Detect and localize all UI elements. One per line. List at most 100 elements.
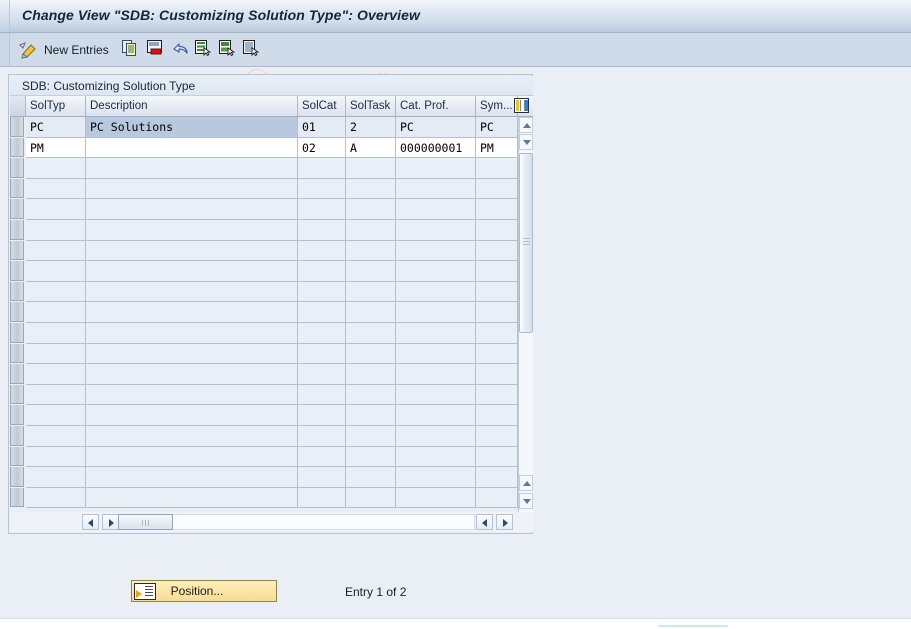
table-row[interactable] [10, 446, 533, 468]
row-selector[interactable] [10, 487, 24, 508]
cell-soltyp[interactable] [26, 261, 86, 282]
table-row[interactable] [10, 343, 533, 365]
cell-solcat[interactable] [298, 384, 346, 406]
cell-soltask[interactable] [346, 364, 396, 385]
row-selector[interactable] [10, 405, 24, 425]
cell-catprof[interactable] [396, 199, 476, 220]
cell-descr[interactable] [86, 158, 298, 179]
table-row[interactable] [10, 281, 533, 303]
grid-horizontal-scrollbar[interactable] [10, 512, 533, 532]
table-row[interactable] [10, 323, 533, 344]
cell-soltask[interactable] [346, 343, 396, 365]
cell-catprof[interactable] [396, 158, 476, 179]
cell-sym[interactable] [476, 220, 518, 241]
scroll-down-icon[interactable] [519, 134, 533, 150]
cell-catprof[interactable] [396, 261, 476, 282]
cell-catprof[interactable] [396, 487, 476, 509]
cell-descr[interactable] [86, 343, 298, 365]
cell-solcat[interactable] [298, 426, 346, 447]
vertical-scroll-thumb[interactable] [519, 153, 533, 333]
cell-soltyp[interactable] [26, 446, 86, 468]
table-row[interactable] [10, 467, 533, 488]
cell-solcat[interactable]: 02 [298, 137, 346, 159]
cell-soltyp[interactable] [26, 199, 86, 220]
cell-solcat[interactable] [298, 302, 346, 323]
table-row[interactable] [10, 302, 533, 323]
row-selector[interactable] [10, 178, 24, 199]
cell-solcat[interactable] [298, 199, 346, 220]
table-settings-icon[interactable] [514, 98, 529, 113]
cell-soltask[interactable] [346, 487, 396, 509]
cell-soltask[interactable] [346, 240, 396, 262]
cell-sym[interactable] [476, 384, 518, 406]
position-button[interactable]: Position... [131, 580, 277, 602]
row-selector[interactable] [10, 343, 24, 364]
cell-solcat[interactable] [298, 487, 346, 509]
row-selector[interactable] [10, 446, 24, 467]
row-selector[interactable] [10, 137, 24, 158]
cell-sym[interactable]: PM [476, 137, 518, 159]
cell-catprof[interactable] [396, 384, 476, 406]
cell-descr[interactable] [86, 220, 298, 241]
cell-catprof[interactable]: 000000001 [396, 137, 476, 159]
cell-catprof[interactable] [396, 467, 476, 488]
row-selector[interactable] [10, 240, 24, 261]
scroll-right-end-icon[interactable] [496, 514, 513, 530]
cell-soltyp[interactable] [26, 158, 86, 179]
undo-button[interactable] [172, 33, 189, 66]
row-selector[interactable] [10, 302, 24, 322]
cell-catprof[interactable] [396, 426, 476, 447]
cell-descr[interactable] [86, 446, 298, 468]
cell-descr[interactable] [86, 240, 298, 262]
cell-catprof[interactable] [396, 220, 476, 241]
cell-solcat[interactable] [298, 240, 346, 262]
page-up-icon[interactable] [519, 475, 533, 491]
cell-catprof[interactable] [396, 323, 476, 344]
page-down-icon[interactable] [519, 493, 533, 509]
cell-soltask[interactable]: A [346, 137, 396, 159]
cell-soltyp[interactable] [26, 178, 86, 200]
cell-soltask[interactable] [346, 467, 396, 488]
column-header-catprof[interactable]: Cat. Prof. [396, 96, 476, 116]
cell-soltyp[interactable] [26, 343, 86, 365]
cell-soltyp[interactable] [26, 467, 86, 488]
cell-catprof[interactable] [396, 343, 476, 365]
table-row[interactable] [10, 405, 533, 426]
cell-solcat[interactable] [298, 281, 346, 303]
cell-soltyp[interactable] [26, 323, 86, 344]
cell-descr[interactable] [86, 364, 298, 385]
cell-sym[interactable] [476, 364, 518, 385]
cell-soltask[interactable] [346, 178, 396, 200]
cell-solcat[interactable] [298, 364, 346, 385]
cell-catprof[interactable] [396, 364, 476, 385]
delete-button[interactable] [147, 33, 163, 66]
cell-descr[interactable] [86, 137, 298, 159]
table-row[interactable] [10, 220, 533, 241]
row-selector[interactable] [10, 261, 24, 281]
cell-solcat[interactable] [298, 467, 346, 488]
new-entries-button[interactable]: New Entries [44, 33, 109, 66]
copy-as-button[interactable] [122, 33, 138, 66]
cell-soltask[interactable] [346, 199, 396, 220]
cell-catprof[interactable] [396, 302, 476, 323]
table-row[interactable] [10, 384, 533, 406]
cell-soltask[interactable] [346, 384, 396, 406]
cell-sym[interactable] [476, 323, 518, 344]
cell-sym[interactable]: PC [476, 117, 518, 138]
cell-descr[interactable] [86, 487, 298, 509]
cell-sym[interactable] [476, 446, 518, 468]
cell-soltyp[interactable] [26, 384, 86, 406]
scroll-left-icon[interactable] [82, 514, 99, 530]
cell-descr[interactable] [86, 199, 298, 220]
cell-soltask[interactable] [346, 302, 396, 323]
cell-soltyp[interactable]: PC [26, 117, 86, 138]
cell-soltask[interactable] [346, 426, 396, 447]
cell-soltyp[interactable] [26, 220, 86, 241]
cell-solcat[interactable] [298, 323, 346, 344]
cell-catprof[interactable]: PC [396, 117, 476, 138]
table-row[interactable] [10, 240, 533, 262]
row-selector[interactable] [10, 364, 24, 384]
cell-solcat[interactable] [298, 178, 346, 200]
cell-soltask[interactable] [346, 446, 396, 468]
cell-catprof[interactable] [396, 240, 476, 262]
